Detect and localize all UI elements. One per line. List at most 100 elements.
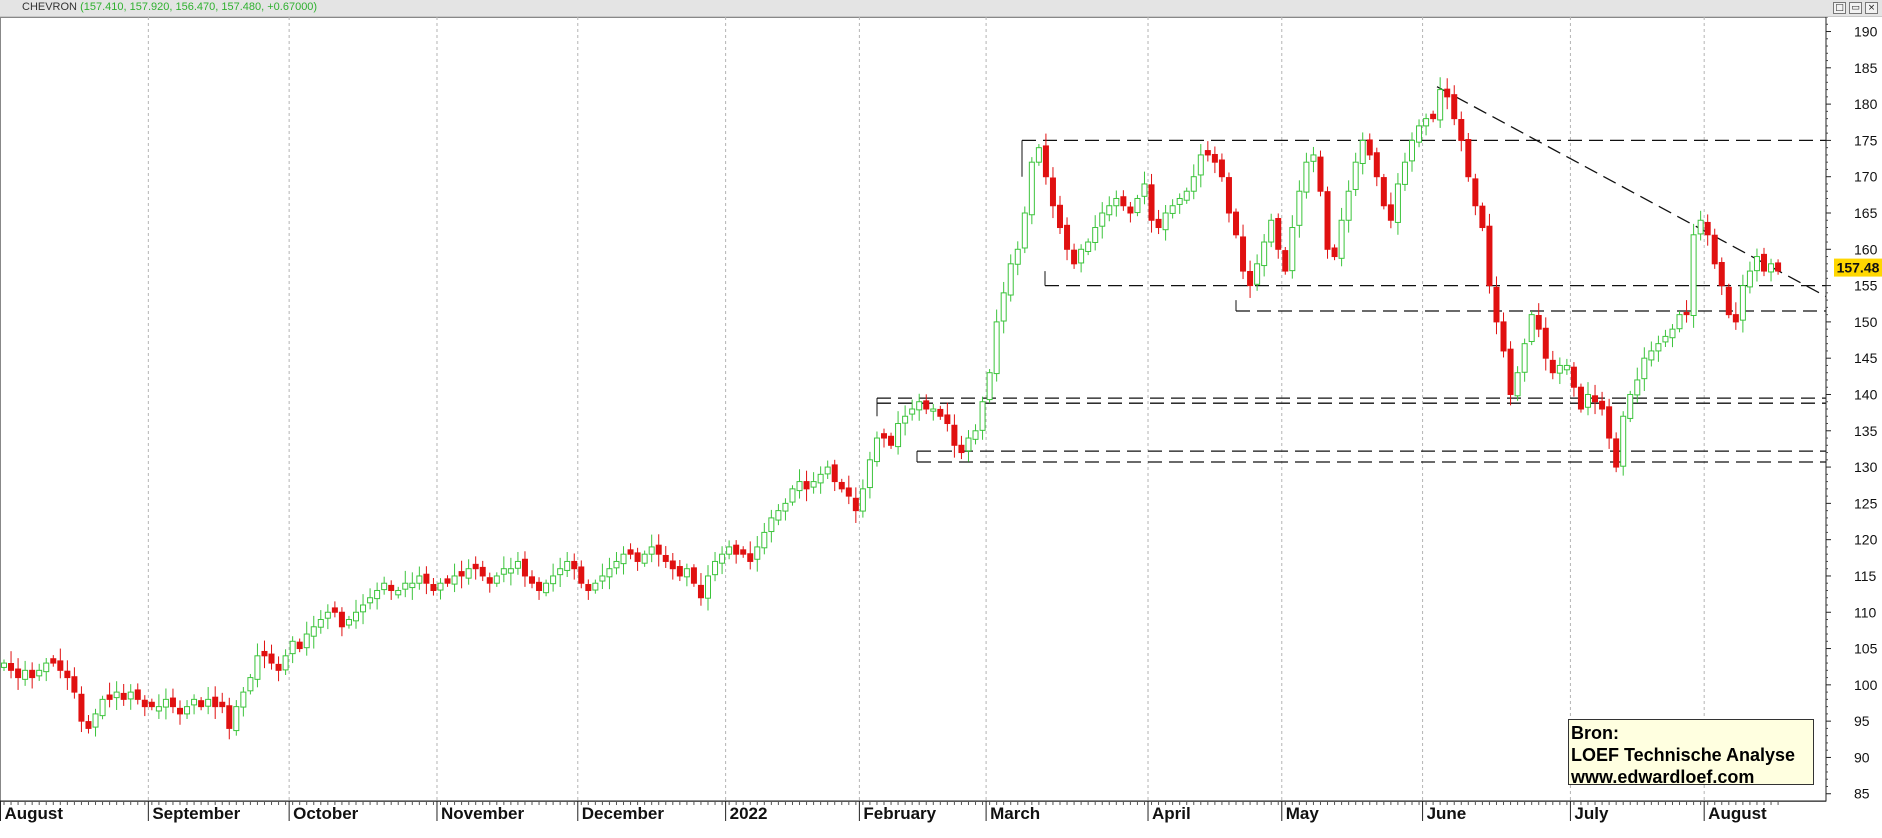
candle bbox=[1099, 202, 1106, 239]
candle-body bbox=[1310, 154, 1317, 162]
month-label: March bbox=[990, 804, 1040, 823]
candle-body bbox=[1176, 197, 1183, 205]
candle-body bbox=[177, 707, 183, 715]
candle-body bbox=[1317, 156, 1324, 192]
candle-body bbox=[1275, 218, 1282, 250]
candle-body bbox=[733, 544, 740, 555]
month-label: August bbox=[5, 804, 64, 823]
candle-body bbox=[1359, 139, 1366, 164]
candle-body bbox=[1683, 311, 1690, 316]
candle bbox=[979, 396, 986, 440]
candle bbox=[1183, 187, 1190, 204]
candle bbox=[873, 431, 880, 467]
candle bbox=[324, 604, 331, 630]
candle bbox=[599, 563, 606, 590]
time-axis: August September October November December 20… bbox=[0, 800, 1826, 823]
candle-body bbox=[1690, 234, 1697, 317]
candle bbox=[1690, 223, 1697, 328]
close-button[interactable]: × bbox=[1865, 2, 1878, 14]
candle-body bbox=[310, 626, 317, 637]
candle bbox=[881, 428, 887, 448]
candle bbox=[1606, 398, 1613, 449]
candle-body bbox=[1500, 321, 1507, 352]
candle-body bbox=[958, 444, 965, 454]
candle-body bbox=[15, 668, 22, 679]
candle-body bbox=[599, 575, 606, 582]
candle bbox=[986, 369, 993, 404]
candle bbox=[162, 688, 169, 720]
candle-body bbox=[423, 573, 430, 584]
candle bbox=[782, 498, 789, 521]
month-label: October bbox=[293, 804, 359, 823]
candle bbox=[1345, 180, 1352, 233]
candle bbox=[1113, 190, 1120, 217]
candle-body bbox=[972, 430, 979, 440]
candle-body bbox=[1247, 271, 1254, 287]
candle-body bbox=[1648, 350, 1655, 361]
candle-body bbox=[289, 640, 296, 655]
candle-body bbox=[493, 575, 500, 584]
candle-body bbox=[219, 701, 226, 708]
candle-body bbox=[500, 568, 507, 575]
candle bbox=[345, 615, 352, 629]
restore-button[interactable]: □ bbox=[1833, 2, 1846, 14]
candle bbox=[606, 557, 613, 590]
candle-body bbox=[1535, 315, 1542, 330]
candle bbox=[902, 405, 909, 436]
candle-body bbox=[1606, 406, 1613, 439]
candle bbox=[866, 451, 873, 499]
maximize-button[interactable]: ▭ bbox=[1849, 2, 1862, 14]
candle bbox=[15, 658, 22, 690]
candle-body bbox=[648, 546, 655, 555]
price-tick-label: 160 bbox=[1854, 241, 1878, 257]
candle-body bbox=[1233, 211, 1239, 236]
candle-body bbox=[1155, 218, 1162, 229]
candle bbox=[1035, 144, 1042, 166]
candle-body bbox=[909, 408, 916, 415]
candle-body bbox=[345, 619, 352, 626]
candle-body bbox=[514, 560, 521, 569]
candle-body bbox=[1014, 248, 1021, 265]
candle-body bbox=[106, 694, 113, 700]
candle bbox=[451, 563, 458, 593]
candle-body bbox=[374, 589, 381, 600]
candle bbox=[1577, 383, 1584, 413]
candle-body bbox=[1592, 395, 1599, 403]
source-name: LOEF Technische Analyse bbox=[1571, 745, 1796, 765]
candle-body bbox=[1437, 89, 1444, 121]
candle bbox=[1049, 167, 1056, 219]
candle bbox=[543, 579, 550, 597]
candle bbox=[184, 700, 191, 719]
candle-body bbox=[1120, 196, 1127, 207]
candle-body bbox=[1380, 177, 1387, 207]
candle bbox=[437, 578, 444, 600]
candle-body bbox=[761, 531, 768, 549]
candle-body bbox=[1739, 285, 1746, 321]
candle-body bbox=[1655, 343, 1662, 352]
candle bbox=[1401, 152, 1408, 191]
candle-body bbox=[923, 400, 930, 410]
candle bbox=[521, 551, 528, 587]
candle bbox=[1775, 259, 1782, 275]
candle-body bbox=[888, 435, 895, 446]
candle-body bbox=[1401, 161, 1408, 185]
candle bbox=[683, 563, 690, 587]
candle-body bbox=[1676, 314, 1683, 330]
candle bbox=[1472, 173, 1479, 216]
candle-body bbox=[796, 481, 803, 492]
candle bbox=[585, 579, 592, 600]
candle-body bbox=[1387, 204, 1394, 221]
candle bbox=[1268, 213, 1275, 248]
candle bbox=[198, 697, 205, 711]
candle-body bbox=[1071, 249, 1078, 265]
candle bbox=[1071, 243, 1078, 269]
candle-body bbox=[127, 691, 134, 700]
candle bbox=[1465, 133, 1472, 182]
candle bbox=[965, 430, 972, 462]
candle-body bbox=[353, 611, 359, 622]
candle bbox=[1662, 329, 1669, 348]
candle-body bbox=[317, 619, 324, 628]
candle-body bbox=[571, 560, 578, 570]
candle-body bbox=[845, 487, 852, 497]
candle-body bbox=[458, 571, 465, 577]
